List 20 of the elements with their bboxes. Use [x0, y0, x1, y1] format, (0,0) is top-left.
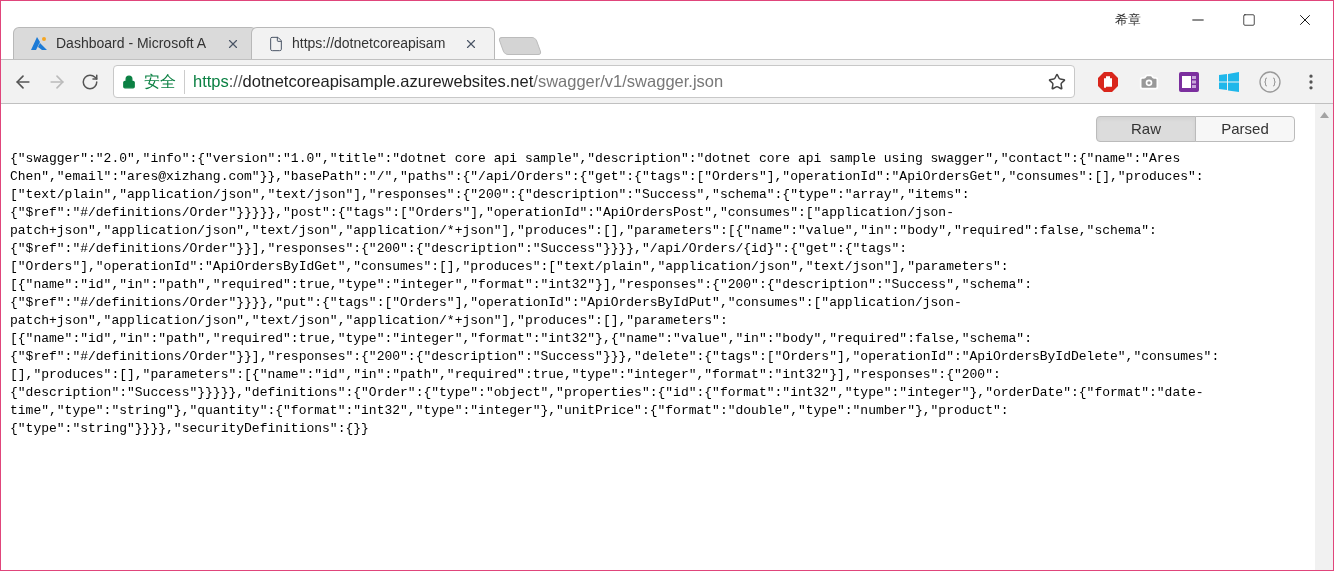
json-text: {"swagger":"2.0","info":{"version":"1.0","title":"dotnet core api sample","description":"dotnet core api sample using swagger","contact":{"name":"Ares Chen","email":"ares@xizhang.com"}},"basePath":"/","paths":{"/api/Orders":{"get":{"tags":["Orders"],"operationId":"ApiOrdersGet","consumes":[],"produces": ["text/plain","application/json","text/json"],"responses":{"200":{"description":"Success","schema":{"type":"array","items": {"$ref":"#/definitions/Order"}}}}},"post":{"tags":["Orders"],"operationId":"ApiOrdersPost","consumes":["application/json- patch+json","application/json","text/json","application/*+json"],"produces":[],"parameters":[{"name":"value","in":"body","required":false,"schema": {"$ref":"#/definitions/Order"}}],"responses":{"200":{"description":"Success"}}}},"/api/Orders/{id}":{"get":{"tags": ["Orders"],"operationId":"ApiOrdersByIdGet","consumes":[],"produces":["text/plain","application/json","text/json"],"parameters": [{"name":"id","in":"path","required":true,"type":"integer","format":"int32"}],"responses":{"200":{"description":"Success","schema": {"$ref":"#/definitions/Order"}}}},"put":{"tags":["Orders"],"operationId":"ApiOrdersByIdPut","consumes":["application/json- patch+json","application/json","text/json","application/*+json"],"produces":[],"parameters": [{"name":"id","in":"path","required":true,"type":"integer","format":"int32"},{"name":"value","in":"body","required":false,"schema": {"$ref":"#/definitions/Order"}}],"responses":{"200":{"description":"Success"}}},"delete":{"tags":["Orders"],"operationId":"ApiOrdersByIdDelete","consumes": [],"produces":[],"parameters":[{"name":"id","in":"path","required":true,"type":"integer","format":"int32"}],"responses":{"200": {"description":"Success"}}}}},"definitions":{"Order":{"type":"object","properties":{"id":{"format":"int32","type":"integer"},"orderDate":{"format":"date- time","type":"string"},"quantity":{"format":"int32","type":"integer"},"unitPrice":{"format":"double","type":"number"},"product": {"type":"string"}}}},"securityDefinitions":{}}: [10, 150, 1221, 438]
maximize-icon[interactable]: [1242, 13, 1256, 27]
bookmark-star-icon[interactable]: [1048, 72, 1066, 91]
lock-icon: [122, 74, 136, 89]
browser-tab[interactable]: https://dotnetcoreapisam: [251, 27, 495, 59]
view-toggle-button[interactable]: Parsed: [1195, 116, 1295, 142]
document-icon: [268, 35, 284, 52]
hand-stop-icon[interactable]: [1097, 70, 1119, 93]
view-toggle-button[interactable]: Raw: [1096, 116, 1196, 142]
security-label: 安全: [144, 69, 185, 94]
user-name[interactable]: 希章: [1115, 10, 1141, 30]
tab-title: https://dotnetcoreapisam: [292, 34, 447, 53]
url-text: https://dotnetcoreapisample.azurewebsites.net/swagger/v1/swagger.json: [193, 71, 724, 93]
notebook-icon[interactable]: [1179, 71, 1199, 92]
address-bar[interactable]: 安全 https://dotnetcoreapisample.azurewebsites.net/swagger/v1/swagger.json: [113, 65, 1075, 98]
tab-title: Dashboard - Microsoft A: [56, 34, 208, 53]
braces-circle-icon[interactable]: [1259, 70, 1281, 93]
reload-button[interactable]: [81, 72, 99, 91]
scrollbar[interactable]: [1315, 104, 1333, 570]
triangle-logo-icon: [30, 35, 48, 52]
